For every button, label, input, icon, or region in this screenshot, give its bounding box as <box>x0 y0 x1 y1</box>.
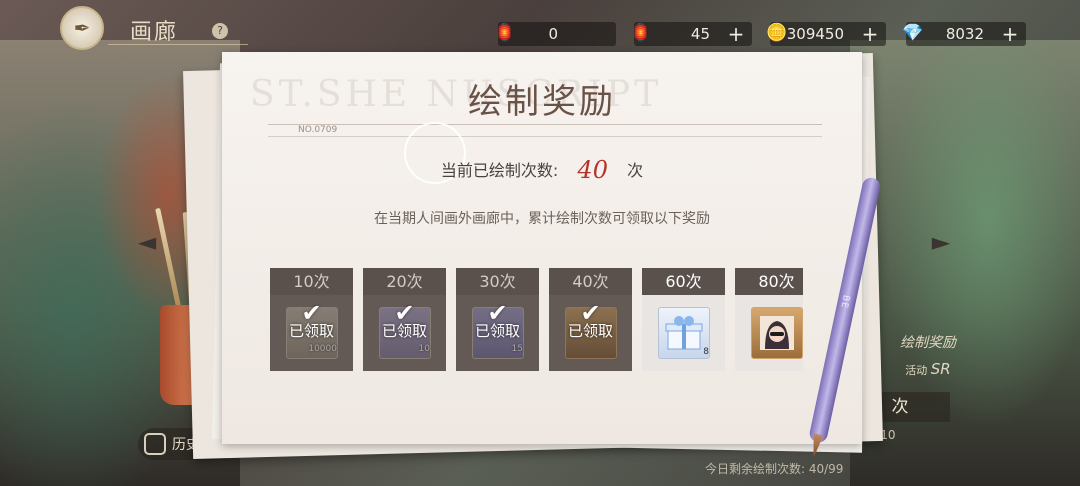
title-underline <box>108 44 248 45</box>
gem-icon: 💎 <box>902 23 924 43</box>
draw-reward-sub: 活动 SR <box>880 360 976 378</box>
next-arrow-icon[interactable]: ► <box>924 230 958 254</box>
reward-list: 10次 10000 ✔ 已领取 20次 10 ✔ 已领取 30次 15 ✔ 已领… <box>270 268 803 372</box>
reward-card-40[interactable]: 40次 ✔ 已领取 <box>549 268 632 371</box>
currency-lamp-1: 🏮 0 <box>494 22 616 46</box>
gift-box-icon <box>665 316 703 350</box>
claimed-label: 已领取 <box>381 322 427 340</box>
currency-value: 45 <box>690 25 710 43</box>
lamp-icon: 🏮 <box>494 23 516 43</box>
remaining-draws-text: 今日剩余绘制次数: 40/99 <box>705 462 844 476</box>
history-icon <box>144 433 166 455</box>
modal-title: 绘制奖励 <box>468 82 616 122</box>
top-bar: ✒ 画廊 ? 🏮 0 🏮 45 + 🪙 309450 + 💎 8032 + <box>0 0 1080 50</box>
quill-icon: ✒ <box>73 16 91 40</box>
prev-arrow-icon[interactable]: ◄ <box>130 230 164 254</box>
claimed-label: 已领取 <box>474 322 520 340</box>
currency-lamp-2: 🏮 45 + <box>630 22 752 46</box>
pen-label: BE <box>838 293 851 310</box>
reward-card-60[interactable]: 60次 8 <box>642 268 725 371</box>
reward-threshold: 10次 <box>270 268 353 295</box>
add-lamp-button[interactable]: + <box>726 22 746 46</box>
draw-reward-title: 绘制奖励 <box>900 335 956 351</box>
portrait-icon <box>751 307 803 359</box>
reward-description: 在当期人间画外画廊中，累计绘制次数可领取以下奖励 <box>374 211 710 227</box>
draw-count-row: 当前已绘制次数: 40 次 <box>222 156 862 184</box>
currency-value: 0 <box>548 25 558 43</box>
manuscript-rule <box>268 136 822 137</box>
reward-threshold: 40次 <box>549 268 632 295</box>
reward-threshold: 30次 <box>456 268 539 295</box>
reward-threshold: 60次 <box>642 268 725 295</box>
portrait-icon <box>760 316 794 350</box>
claimed-label: 已领取 <box>288 322 334 340</box>
reward-card-30[interactable]: 30次 15 ✔ 已领取 <box>456 268 539 371</box>
manuscript-rule <box>268 124 822 125</box>
reward-threshold: 20次 <box>363 268 446 295</box>
reward-threshold: 80次 <box>735 268 803 295</box>
draw-reward-sub-label: 活动 <box>905 364 928 377</box>
lamp-icon: 🏮 <box>630 23 652 43</box>
manuscript-serial: NO.0709 <box>298 125 338 135</box>
gift-box-icon <box>658 307 710 359</box>
currency-gem: 💎 8032 + <box>902 22 1026 46</box>
help-icon[interactable]: ? <box>212 23 228 39</box>
currency-value: 8032 <box>945 25 984 43</box>
claimed-label: 已领取 <box>567 322 613 340</box>
back-button[interactable]: ✒ <box>60 6 104 50</box>
sr-badge: SR <box>930 360 951 378</box>
draw-reward-panel: 绘制奖励 活动 SR <box>880 318 976 388</box>
draw-count-unit: 次 <box>627 161 644 180</box>
reward-card-80[interactable]: 80次 <box>735 268 803 371</box>
reward-card-10[interactable]: 10次 10000 ✔ 已领取 <box>270 268 353 371</box>
reward-qty: 8 <box>703 347 709 357</box>
page-title: 画廊 <box>130 20 179 45</box>
currency-coin: 🪙 309450 + <box>766 22 886 46</box>
add-coin-button[interactable]: + <box>860 22 880 46</box>
draw-reward-modal: ST.SHE NUSCRIPT 绘制奖励 NO.0709 当前已绘制次数: 40… <box>222 52 862 444</box>
draw-count-value: 40 <box>577 156 608 184</box>
add-gem-button[interactable]: + <box>1000 22 1020 46</box>
reward-card-20[interactable]: 20次 10 ✔ 已领取 <box>363 268 446 371</box>
draw-count-label: 当前已绘制次数: <box>440 161 559 180</box>
currency-value: 309450 <box>786 25 844 43</box>
